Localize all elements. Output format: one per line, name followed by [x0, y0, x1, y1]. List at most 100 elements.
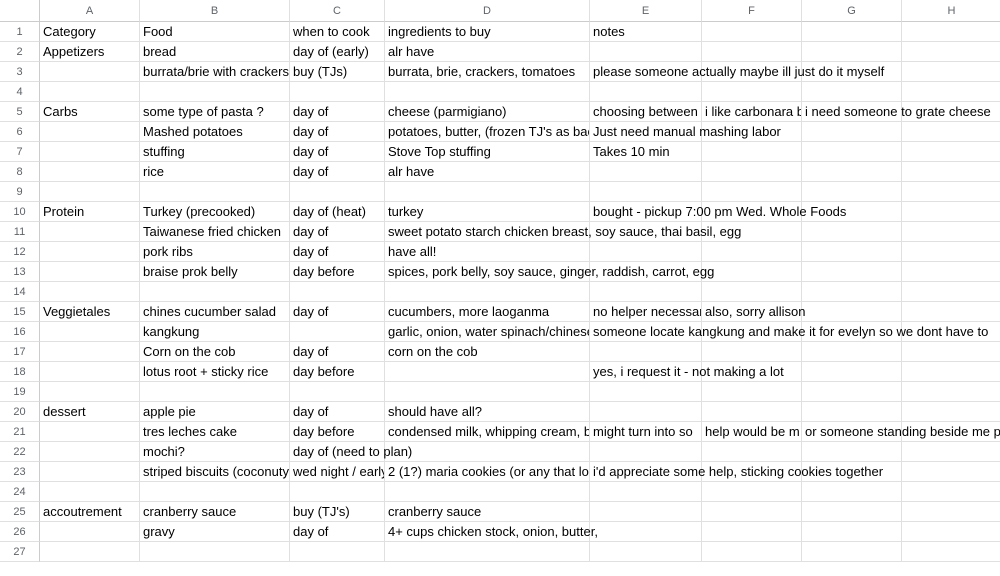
cell-C5[interactable]: day of [290, 102, 385, 122]
cell-G27[interactable] [802, 542, 902, 562]
col-header-B[interactable]: B [140, 0, 290, 22]
cell-H26[interactable] [902, 522, 1000, 542]
cell-G26[interactable] [802, 522, 902, 542]
cell-F4[interactable] [702, 82, 802, 102]
cell-E3[interactable]: please someone actually maybe ill just d… [590, 62, 702, 82]
cell-G4[interactable] [802, 82, 902, 102]
cell-A17[interactable] [40, 342, 140, 362]
cell-A20[interactable]: dessert [40, 402, 140, 422]
cell-E23[interactable]: i'd appreciate some help, sticking cooki… [590, 462, 702, 482]
row-header-20[interactable]: 20 [0, 402, 40, 422]
col-header-D[interactable]: D [385, 0, 590, 22]
cell-H8[interactable] [902, 162, 1000, 182]
cell-E21[interactable]: might turn into so [590, 422, 702, 442]
cell-A22[interactable] [40, 442, 140, 462]
cell-A1[interactable]: Category [40, 22, 140, 42]
cell-F13[interactable] [702, 262, 802, 282]
cell-E22[interactable] [590, 442, 702, 462]
cell-D13[interactable]: spices, pork belly, soy sauce, ginger, r… [385, 262, 590, 282]
cell-E16[interactable]: someone locate kangkung and make it for … [590, 322, 702, 342]
row-header-10[interactable]: 10 [0, 202, 40, 222]
row-header-24[interactable]: 24 [0, 482, 40, 502]
cell-B6[interactable]: Mashed potatoes [140, 122, 290, 142]
cell-C19[interactable] [290, 382, 385, 402]
cell-D1[interactable]: ingredients to buy [385, 22, 590, 42]
cell-G2[interactable] [802, 42, 902, 62]
cell-E7[interactable]: Takes 10 min [590, 142, 702, 162]
cell-A9[interactable] [40, 182, 140, 202]
cell-D18[interactable] [385, 362, 590, 382]
cell-D2[interactable]: alr have [385, 42, 590, 62]
corner-cell[interactable] [0, 0, 40, 22]
cell-C8[interactable]: day of [290, 162, 385, 182]
row-header-15[interactable]: 15 [0, 302, 40, 322]
cell-H6[interactable] [902, 122, 1000, 142]
cell-E1[interactable]: notes [590, 22, 702, 42]
cell-G17[interactable] [802, 342, 902, 362]
cell-C3[interactable]: buy (TJs) [290, 62, 385, 82]
col-header-H[interactable]: H [902, 0, 1000, 22]
cell-H14[interactable] [902, 282, 1000, 302]
cell-G25[interactable] [802, 502, 902, 522]
cell-C26[interactable]: day of [290, 522, 385, 542]
cell-H4[interactable] [902, 82, 1000, 102]
cell-D23[interactable]: 2 (1?) maria cookies (or any that looks … [385, 462, 590, 482]
cell-E26[interactable] [590, 522, 702, 542]
cell-D12[interactable]: have all! [385, 242, 590, 262]
col-header-G[interactable]: G [802, 0, 902, 22]
cell-G19[interactable] [802, 382, 902, 402]
cell-F22[interactable] [702, 442, 802, 462]
cell-C11[interactable]: day of [290, 222, 385, 242]
cell-A10[interactable]: Protein [40, 202, 140, 222]
cell-F21[interactable]: help would be m [702, 422, 802, 442]
cell-C15[interactable]: day of [290, 302, 385, 322]
cell-C16[interactable] [290, 322, 385, 342]
row-header-14[interactable]: 14 [0, 282, 40, 302]
cell-C27[interactable] [290, 542, 385, 562]
cell-A8[interactable] [40, 162, 140, 182]
cell-B27[interactable] [140, 542, 290, 562]
cell-F7[interactable] [702, 142, 802, 162]
cell-F1[interactable] [702, 22, 802, 42]
cell-C22[interactable]: day of (need to plan) [290, 442, 385, 462]
cell-E10[interactable]: bought - pickup 7:00 pm Wed. Whole Foods [590, 202, 702, 222]
cell-C17[interactable]: day of [290, 342, 385, 362]
cell-G12[interactable] [802, 242, 902, 262]
cell-A12[interactable] [40, 242, 140, 262]
cell-A11[interactable] [40, 222, 140, 242]
cell-E8[interactable] [590, 162, 702, 182]
cell-D19[interactable] [385, 382, 590, 402]
row-header-16[interactable]: 16 [0, 322, 40, 342]
row-header-27[interactable]: 27 [0, 542, 40, 562]
cell-E25[interactable] [590, 502, 702, 522]
cell-H25[interactable] [902, 502, 1000, 522]
cell-E12[interactable] [590, 242, 702, 262]
cell-D4[interactable] [385, 82, 590, 102]
cell-A21[interactable] [40, 422, 140, 442]
cell-F2[interactable] [702, 42, 802, 62]
cell-H23[interactable] [902, 462, 1000, 482]
cell-F14[interactable] [702, 282, 802, 302]
cell-A3[interactable] [40, 62, 140, 82]
cell-E24[interactable] [590, 482, 702, 502]
cell-A25[interactable]: accoutrement [40, 502, 140, 522]
cell-B12[interactable]: pork ribs [140, 242, 290, 262]
cell-G18[interactable] [802, 362, 902, 382]
cell-H17[interactable] [902, 342, 1000, 362]
row-header-26[interactable]: 26 [0, 522, 40, 542]
row-header-3[interactable]: 3 [0, 62, 40, 82]
cell-A16[interactable] [40, 322, 140, 342]
row-header-13[interactable]: 13 [0, 262, 40, 282]
cell-G6[interactable] [802, 122, 902, 142]
cell-E17[interactable] [590, 342, 702, 362]
cell-E20[interactable] [590, 402, 702, 422]
cell-B26[interactable]: gravy [140, 522, 290, 542]
cell-A18[interactable] [40, 362, 140, 382]
row-header-11[interactable]: 11 [0, 222, 40, 242]
cell-F8[interactable] [702, 162, 802, 182]
cell-G22[interactable] [802, 442, 902, 462]
cell-H1[interactable] [902, 22, 1000, 42]
col-header-C[interactable]: C [290, 0, 385, 22]
cell-F5[interactable]: i like carbonara b [702, 102, 802, 122]
row-header-7[interactable]: 7 [0, 142, 40, 162]
